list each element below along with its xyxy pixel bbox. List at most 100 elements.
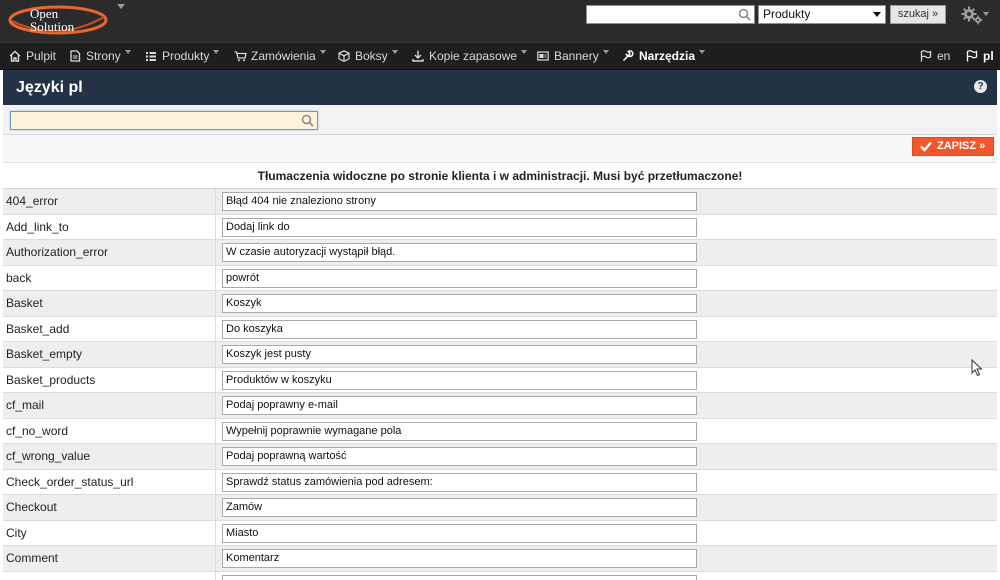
translation-key: cf_wrong_value	[6, 444, 216, 469]
translation-key: Basket_products	[6, 367, 216, 393]
nav-item-produkty[interactable]: Produkty	[145, 43, 220, 70]
table-row: Checkout Zamów	[3, 495, 997, 521]
table-row: Basket_add Do koszyka	[3, 316, 997, 342]
table-row	[3, 571, 997, 580]
translation-key: back	[6, 265, 216, 291]
search-icon[interactable]	[738, 8, 751, 21]
table-row: Basket_empty Koszyk jest pusty	[3, 342, 997, 368]
table-row: 404_error Błąd 404 nie znaleziono strony	[3, 189, 997, 215]
chevron-down-icon	[124, 50, 131, 54]
translation-key: Checkout	[6, 495, 216, 520]
help-icon[interactable]: ?	[974, 80, 987, 93]
banner-icon	[537, 51, 549, 61]
translation-value-input[interactable]: Produktów w koszyku	[222, 370, 697, 390]
nav-item-zamowienia[interactable]: Zamówienia	[234, 43, 326, 70]
nav-item-strony[interactable]: Strony	[69, 43, 131, 70]
checkmark-icon	[920, 141, 932, 152]
settings-dropdown-caret-icon[interactable]	[983, 12, 989, 16]
translation-notice: Tłumaczenia widoczne po stronie klienta …	[3, 163, 997, 189]
translation-value-input[interactable]: Błąd 404 nie znaleziono strony	[222, 192, 697, 211]
logo-dropdown-caret-icon[interactable]	[117, 4, 125, 9]
chevron-down-icon	[391, 50, 398, 54]
chevron-down-icon	[213, 50, 220, 54]
search-button[interactable]: szukaj »	[890, 5, 946, 24]
save-button[interactable]: ZAPISZ »	[912, 137, 994, 156]
page-icon	[70, 50, 81, 62]
translation-key: Check_order_status_url	[6, 469, 216, 495]
translation-value-input[interactable]: Podaj poprawny e-mail	[222, 396, 697, 415]
list-icon	[146, 52, 156, 61]
box-icon	[338, 50, 350, 62]
main-navigation: Pulpit Strony Produkty Zamówienia Boksy …	[0, 42, 1000, 70]
translation-value-input[interactable]: Zamów	[222, 498, 697, 517]
language-switch-pl[interactable]: pl	[966, 43, 994, 70]
translation-key: cf_mail	[6, 393, 216, 418]
nav-item-boksy[interactable]: Boksy	[338, 43, 398, 70]
translations-table: 404_error Błąd 404 nie znaleziono strony …	[3, 189, 997, 580]
search-icon[interactable]	[301, 114, 314, 127]
translation-key: Add_link_to	[6, 214, 216, 240]
nav-label: Kopie zapasowe	[429, 49, 518, 63]
chevron-down-icon	[602, 50, 609, 54]
translation-value-input[interactable]: Koszyk	[222, 294, 697, 313]
global-search-input[interactable]	[587, 6, 737, 23]
global-search-box[interactable]	[586, 5, 755, 24]
translation-filter-input[interactable]	[11, 112, 301, 129]
chevron-down-icon	[319, 50, 326, 54]
flag-icon	[920, 50, 932, 62]
translation-value-input[interactable]: Wypełnij poprawnie wymagane pola	[222, 421, 697, 441]
settings-gear-icon[interactable]	[961, 6, 983, 26]
home-icon	[9, 50, 21, 62]
translation-key	[6, 571, 216, 580]
translation-value-input[interactable]: Do koszyka	[222, 319, 697, 339]
table-row: Authorization_error W czasie autoryzacji …	[3, 240, 997, 266]
page-header: Języki pl ?	[3, 70, 997, 105]
table-row: cf_mail Podaj poprawny e-mail	[3, 393, 997, 419]
action-toolbar: ZAPISZ »	[3, 135, 997, 163]
table-row: Basket_products Produktów w koszyku	[3, 367, 997, 393]
chevron-down-icon	[521, 50, 528, 54]
table-row: cf_no_word Wypełnij poprawnie wymagane po…	[3, 418, 997, 444]
translation-key: Comment	[6, 546, 216, 571]
translation-key: Basket	[6, 291, 216, 316]
table-row: Comment Komentarz	[3, 546, 997, 572]
nav-item-kopie-zapasowe[interactable]: Kopie zapasowe	[412, 43, 528, 70]
table-row: cf_wrong_value Podaj poprawną wartość	[3, 444, 997, 470]
translation-value-input[interactable]	[222, 574, 697, 580]
translation-key: cf_no_word	[6, 418, 216, 444]
cart-icon	[234, 51, 247, 62]
translation-key: Basket_empty	[6, 342, 216, 367]
translation-value-input[interactable]: Podaj poprawną wartość	[222, 447, 697, 466]
save-button-label: ZAPISZ »	[937, 140, 986, 152]
translation-value-input[interactable]: Koszyk jest pusty	[222, 345, 697, 364]
translation-value-input[interactable]: Miasto	[222, 523, 697, 543]
translation-value-input[interactable]: W czasie autoryzacji wystąpił błąd.	[222, 243, 697, 262]
wrench-icon	[622, 50, 634, 62]
page-title: Języki pl	[16, 79, 83, 96]
nav-item-narzedzia[interactable]: Narzędzia	[622, 43, 706, 70]
translation-value-input[interactable]: Komentarz	[222, 549, 697, 568]
table-row: Add_link_to Dodaj link do	[3, 214, 997, 240]
open-solution-logo[interactable]: Open Solution	[8, 3, 120, 36]
nav-item-pulpit[interactable]: Pulpit	[9, 43, 56, 70]
translation-key: 404_error	[6, 189, 216, 214]
filter-bar	[3, 105, 997, 135]
top-bar: Open Solution Produkty szukaj »	[0, 0, 1000, 42]
flag-icon	[966, 50, 978, 62]
language-switch-en[interactable]: en	[920, 43, 950, 70]
table-row: Check_order_status_url Sprawdź status zam…	[3, 469, 997, 495]
mouse-pointer-icon	[971, 359, 983, 377]
translation-key: City	[6, 520, 216, 546]
translation-filter-box[interactable]	[10, 111, 318, 130]
search-category-select[interactable]: Produkty	[758, 5, 886, 24]
translation-value-input[interactable]: Dodaj link do	[222, 217, 697, 237]
translation-key: Authorization_error	[6, 240, 216, 265]
search-category-value: Produkty	[763, 7, 811, 21]
chevron-down-icon	[873, 12, 881, 17]
table-row: City Miasto	[3, 520, 997, 546]
translation-value-input[interactable]: powrót	[222, 268, 697, 288]
table-row: Basket Koszyk	[3, 291, 997, 317]
table-row: back powrót	[3, 265, 997, 291]
translation-value-input[interactable]: Sprawdź status zamówienia pod adresem:	[222, 472, 697, 492]
nav-item-bannery[interactable]: Bannery	[537, 43, 609, 70]
